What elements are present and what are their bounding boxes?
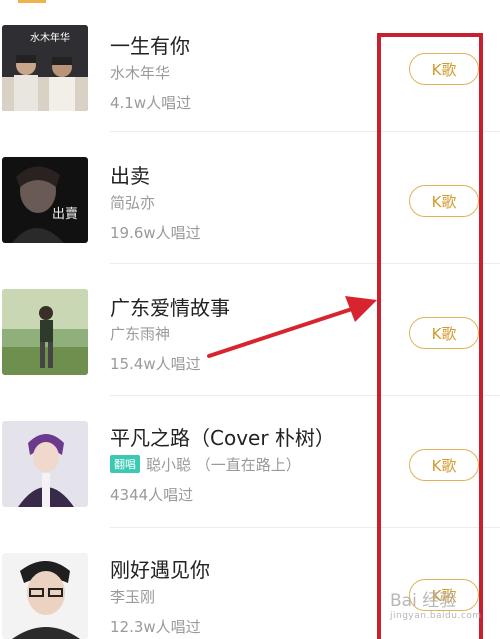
song-title[interactable]: 出卖	[110, 160, 150, 189]
sing-count: 4344人唱过	[110, 486, 194, 504]
cover-badge: 翻唱	[110, 455, 140, 473]
sing-count: 15.4w人唱过	[110, 355, 201, 373]
k-song-button[interactable]: K歌	[409, 449, 479, 481]
k-song-button[interactable]: K歌	[409, 53, 479, 85]
album-cover-art	[2, 289, 88, 375]
k-song-button[interactable]: K歌	[409, 185, 479, 217]
watermark: Bai 经验 jingyan.baidu.com	[390, 586, 482, 621]
album-cover	[2, 421, 88, 507]
album-cover	[2, 289, 88, 375]
song-row[interactable]: 水木年华 一生有你 水木年华 4.1w人唱过 K歌	[0, 0, 500, 132]
album-cover-art	[2, 553, 88, 639]
song-row[interactable]: 出賣 出卖 简弘亦 19.6w人唱过 K歌	[0, 132, 500, 264]
artist-line[interactable]: 翻唱 聪小聪 （一直在路上）	[110, 454, 301, 475]
song-list-screen: 水木年华 一生有你 水木年华 4.1w人唱过 K歌 出賣 出卖 简弘亦 19.6…	[0, 0, 500, 639]
artist-name[interactable]: 水木年华	[110, 62, 170, 83]
album-cover-art	[2, 421, 88, 507]
album-cover: 水木年华	[2, 25, 88, 111]
sing-count: 19.6w人唱过	[110, 224, 201, 242]
song-title[interactable]: 刚好遇见你	[110, 554, 210, 583]
album-cover-text: 出賣	[52, 207, 79, 222]
artist-name[interactable]: 聪小聪 （一直在路上）	[146, 456, 301, 474]
artist-name[interactable]: 广东雨神	[110, 323, 170, 344]
album-cover: 出賣	[2, 157, 88, 243]
album-cover-text: 水木年华	[30, 33, 70, 44]
watermark-subtext: jingyan.baidu.com	[390, 611, 482, 621]
watermark-text: Bai 经验	[390, 591, 457, 611]
artist-name[interactable]: 李玉刚	[110, 586, 155, 607]
song-row[interactable]: 刚好遇见你 李玉刚 12.3w人唱过 K歌	[0, 528, 500, 639]
song-title[interactable]: 广东爱情故事	[110, 292, 230, 321]
artist-name[interactable]: 简弘亦	[110, 192, 155, 213]
song-row[interactable]: 平凡之路（Cover 朴树） 翻唱 聪小聪 （一直在路上） 4344人唱过 K歌	[0, 396, 500, 528]
sing-count: 4.1w人唱过	[110, 94, 192, 112]
song-title[interactable]: 一生有你	[110, 30, 190, 59]
album-cover-art	[2, 157, 88, 243]
k-song-button[interactable]: K歌	[409, 317, 479, 349]
sing-count: 12.3w人唱过	[110, 618, 201, 636]
album-cover	[2, 553, 88, 639]
song-row[interactable]: 广东爱情故事 广东雨神 15.4w人唱过 K歌	[0, 264, 500, 396]
song-title[interactable]: 平凡之路（Cover 朴树）	[110, 422, 335, 451]
